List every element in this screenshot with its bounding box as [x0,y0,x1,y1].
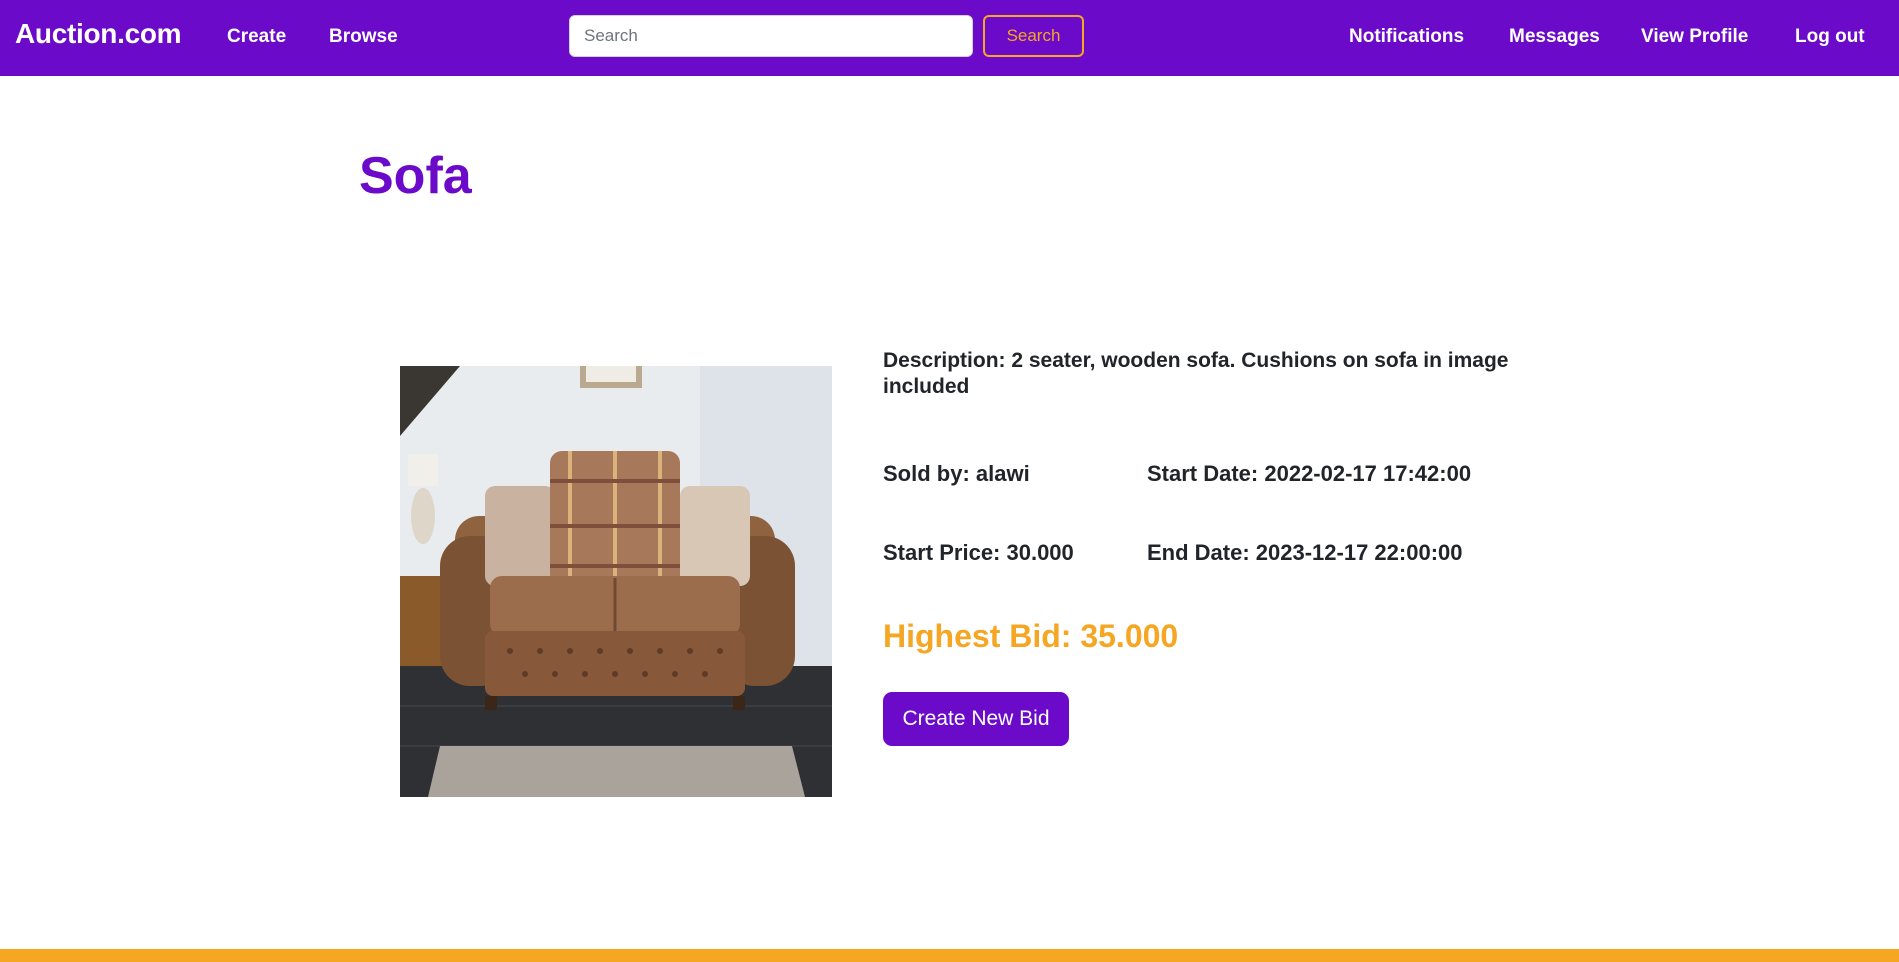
navbar: Auction.com Create Browse Search Notific… [0,0,1899,76]
nav-view-profile-link[interactable]: View Profile [1641,26,1748,48]
item-seller: Sold by: alawi [883,461,1030,486]
brand-logo[interactable]: Auction.com [15,18,182,50]
nav-browse-link[interactable]: Browse [329,26,398,48]
item-end-date: End Date: 2023-12-17 22:00:00 [1147,540,1463,565]
nav-log-out-link[interactable]: Log out [1795,26,1865,48]
search-button[interactable]: Search [983,15,1084,57]
item-image [400,366,832,797]
nav-notifications-link[interactable]: Notifications [1349,26,1464,48]
nav-messages-link[interactable]: Messages [1509,26,1600,48]
sofa-photo-icon [400,366,832,797]
item-start-price: Start Price: 30.000 [883,540,1074,565]
search-input[interactable] [569,15,973,57]
item-description: Description: 2 seater, wooden sofa. Cush… [883,349,1509,398]
footer-strip [0,949,1899,962]
page-title: Sofa [359,147,472,205]
item-start-date: Start Date: 2022-02-17 17:42:00 [1147,461,1472,486]
highest-bid: Highest Bid: 35.000 [883,618,1179,654]
create-new-bid-button[interactable]: Create New Bid [883,692,1069,746]
nav-create-link[interactable]: Create [227,26,286,48]
